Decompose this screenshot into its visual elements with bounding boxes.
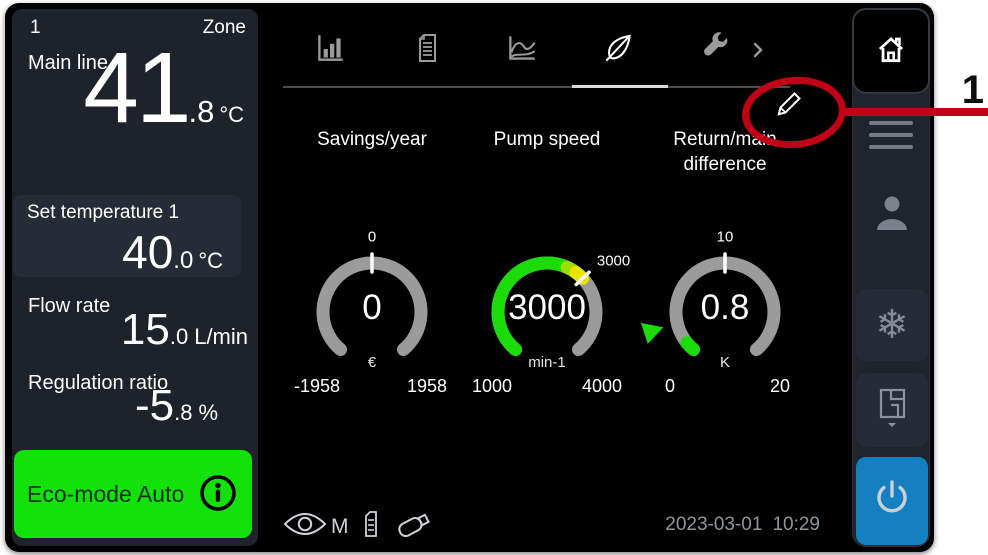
floor-plan-icon: [873, 386, 911, 435]
tab-separator: [283, 86, 790, 88]
regulation-ratio-value-dec: .8: [174, 400, 192, 426]
main-line-value-dec: .8: [188, 94, 214, 130]
zone-layout-button[interactable]: [856, 373, 928, 447]
main-line-unit: °C: [219, 102, 244, 128]
gauge-value: 0.8: [640, 288, 810, 328]
annotation-number: 1: [942, 68, 984, 113]
leaf-icon: [600, 31, 636, 70]
gauge-max-label: 1958: [407, 376, 447, 397]
sd-card-icon: [361, 509, 381, 544]
tab-trend[interactable]: [500, 28, 544, 72]
screenshot-page: 1 Zone Main line 41 .8 °C Set temperatur…: [0, 0, 988, 555]
gauge-return-main-difference: 10 0.8 K 0 20: [640, 230, 810, 405]
gauge-max-label: 4000: [582, 376, 622, 397]
gauge-value: 3000: [462, 288, 632, 328]
active-tab-underline: [572, 85, 668, 88]
tab-eco[interactable]: [596, 28, 640, 72]
document-icon: [411, 31, 443, 70]
mode-letter: M: [331, 515, 349, 539]
trend-chart-icon: [504, 31, 540, 70]
menu-button[interactable]: [869, 113, 913, 157]
more-tabs-button[interactable]: [748, 40, 768, 60]
tab-statistics[interactable]: [308, 28, 352, 72]
set-temperature-unit: °C: [198, 248, 223, 274]
main-line-value-int: 41: [83, 0, 188, 183]
info-icon[interactable]: [197, 472, 239, 517]
gauge-savings: 0 0 € -1958 1958: [287, 230, 457, 405]
usb-drive-icon: [393, 508, 437, 545]
regulation-ratio-unit: %: [198, 400, 218, 426]
flow-rate-value-int: 15: [121, 288, 170, 372]
gauge-title-pump-speed: Pump speed: [462, 128, 632, 153]
home-button[interactable]: [852, 8, 930, 94]
regulation-ratio-value: -5 .8 %: [22, 364, 218, 448]
eye-icon: [283, 510, 327, 543]
set-temperature-card[interactable]: Set temperature 1 40 .0 °C: [13, 195, 241, 277]
gauge-tick-label: 10: [717, 229, 734, 246]
date-text: 2023-03-01: [665, 514, 762, 536]
gauge-unit: K: [640, 354, 810, 371]
status-icons: M: [283, 508, 437, 545]
gauge-tick-label: 0: [368, 229, 376, 246]
eco-mode-button[interactable]: Eco-mode Auto: [14, 450, 252, 538]
bar-chart-icon: [313, 31, 347, 70]
gauge-title-savings: Savings/year: [287, 128, 457, 153]
time-text: 10:29: [772, 514, 820, 536]
set-temperature-value: 40 .0 °C: [23, 209, 223, 296]
flow-rate-value: 15 .0 L/min: [22, 288, 248, 372]
main-line-value: 41 .8 °C: [22, 0, 244, 183]
home-icon: [873, 32, 909, 71]
tab-service[interactable]: [693, 28, 737, 72]
timestamp: 2023-03-01 10:29: [630, 514, 820, 536]
gauge-pump-speed: 3000 3000 min-1 1000 4000: [462, 230, 632, 405]
gauge-min-label: -1958: [294, 376, 340, 397]
gauge-min-label: 1000: [472, 376, 512, 397]
gauge-max-label: 20: [770, 376, 790, 397]
gauge-value: 0: [287, 288, 457, 328]
tab-report[interactable]: [405, 28, 449, 72]
frost-protection-button[interactable]: ❄: [856, 289, 928, 361]
gauge-min-label: 0: [665, 376, 675, 397]
user-icon: [872, 221, 912, 238]
user-button[interactable]: [872, 192, 912, 234]
flow-rate-value-dec: .0: [170, 324, 188, 350]
snowflake-icon: ❄: [875, 305, 909, 345]
chevron-right-icon: [748, 47, 768, 64]
set-temperature-value-dec: .0: [173, 247, 193, 275]
gauge-tick-label: 3000: [597, 252, 630, 269]
wrench-icon: [698, 31, 732, 70]
set-temperature-value-int: 40: [122, 209, 173, 296]
gauge-unit: €: [287, 354, 457, 371]
power-button[interactable]: [856, 457, 928, 545]
zone-summary-card: 1 Zone Main line 41 .8 °C Set temperatur…: [12, 9, 258, 546]
regulation-ratio-value-int: -5: [135, 364, 174, 448]
flow-rate-unit: L/min: [194, 324, 248, 350]
power-icon: [871, 478, 913, 525]
gauge-unit: min-1: [462, 354, 632, 371]
eco-mode-label: Eco-mode Auto: [27, 481, 184, 508]
